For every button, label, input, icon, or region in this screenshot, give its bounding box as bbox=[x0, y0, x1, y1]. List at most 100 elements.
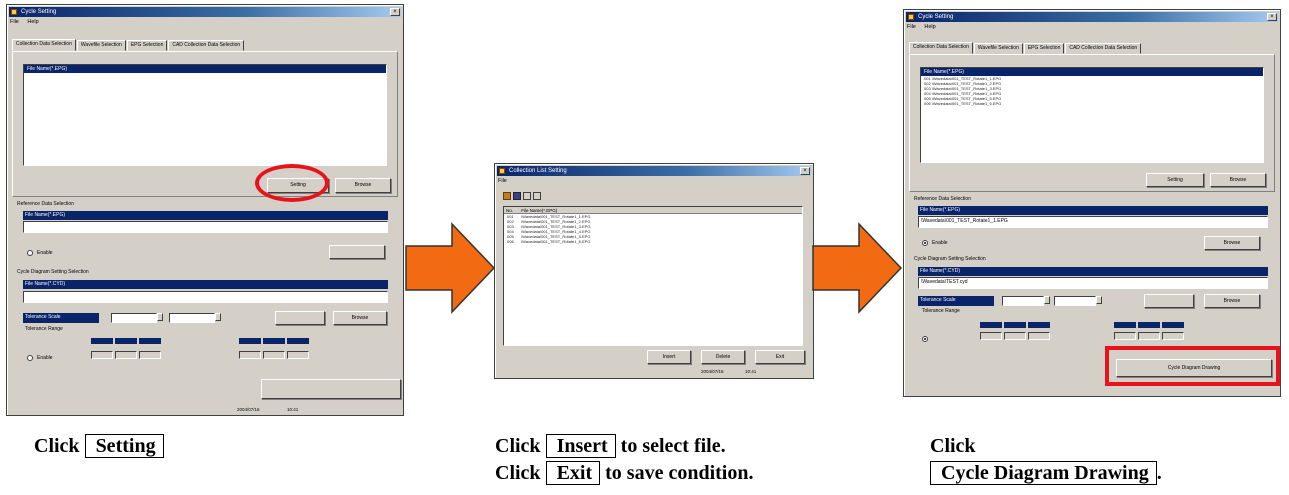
reference-field[interactable]: \Wavedata\001_TEST_Rotate1_1.EPG bbox=[918, 216, 1268, 228]
status-date: 2004/07/16 bbox=[701, 369, 724, 374]
range-header bbox=[239, 338, 261, 344]
menu-file[interactable]: File bbox=[907, 24, 916, 30]
title-bar[interactable]: Collection List Setting × bbox=[497, 166, 811, 176]
column-file: File Name(*.EPG) bbox=[521, 208, 558, 213]
range-input[interactable] bbox=[1114, 332, 1136, 340]
tab-cad-collection[interactable]: CAD Collection Data Selection bbox=[168, 40, 245, 51]
reference-header: File Name(*.EPG) bbox=[918, 206, 1268, 215]
cycle-field[interactable]: \Wavedata\TEST.cyd bbox=[918, 277, 1268, 289]
range-input[interactable] bbox=[91, 351, 113, 359]
caption-click: Click bbox=[495, 435, 541, 457]
enable-range-radio[interactable] bbox=[922, 336, 928, 342]
caption-exit-button: Exit bbox=[545, 461, 601, 485]
list-item[interactable]: 006 \Wavedata\001_TEST_Rotate1_6.EPG bbox=[921, 101, 1263, 106]
move-down-icon[interactable] bbox=[532, 192, 541, 200]
disabled-button[interactable] bbox=[275, 311, 325, 325]
enable-radio[interactable] bbox=[27, 250, 33, 256]
range-input[interactable] bbox=[1138, 332, 1160, 340]
browse-button[interactable]: Browse bbox=[1210, 173, 1266, 187]
enable-radio[interactable] bbox=[922, 240, 928, 246]
status-date: 2004/07/16 bbox=[237, 407, 260, 412]
unit-select[interactable] bbox=[169, 313, 215, 323]
range-input[interactable] bbox=[1004, 332, 1026, 340]
menu-file[interactable]: File bbox=[10, 19, 19, 25]
spin-button[interactable] bbox=[157, 313, 163, 321]
range-header bbox=[1028, 322, 1050, 328]
cycle-field[interactable] bbox=[23, 291, 388, 303]
close-button[interactable]: × bbox=[390, 8, 400, 16]
tab-strip: Collection Data Selection Wavefile Select… bbox=[909, 42, 1275, 54]
tolerance-scale-input[interactable] bbox=[111, 313, 157, 323]
title-bar[interactable]: Cycle Setting × bbox=[9, 7, 401, 17]
setting-button[interactable]: Setting bbox=[1146, 173, 1204, 187]
tab-wavefile[interactable]: Wavefile Selection bbox=[973, 43, 1023, 54]
arrow-right-icon bbox=[405, 222, 496, 314]
tab-epg[interactable]: EPG Selection bbox=[1023, 43, 1065, 54]
range-input[interactable] bbox=[287, 351, 309, 359]
window-title: Cycle Setting bbox=[21, 9, 57, 15]
menu-bar: File Help bbox=[10, 18, 46, 26]
drawing-highlight-rect bbox=[1105, 346, 1280, 386]
reference-label: Reference Data Selection bbox=[17, 201, 74, 207]
open-folder-icon[interactable] bbox=[503, 192, 511, 200]
collection-file-list[interactable]: File Name(*.EPG) bbox=[23, 64, 387, 166]
reference-field[interactable] bbox=[23, 221, 388, 233]
cycle-drawing-button-disabled[interactable] bbox=[261, 379, 401, 399]
move-up-icon[interactable] bbox=[522, 192, 531, 200]
range-input[interactable] bbox=[980, 332, 1002, 340]
caption-step2-line2: Click Exit to save condition. bbox=[495, 461, 753, 485]
tab-epg[interactable]: EPG Selection bbox=[126, 40, 168, 51]
table-row[interactable]: 006 \Wavedata\001_TEST_Rotate1_6.EPG bbox=[504, 239, 802, 244]
insert-button[interactable]: Insert bbox=[647, 350, 691, 364]
browse-cycle-button[interactable]: Browse bbox=[333, 311, 387, 325]
tolerance-scale-input[interactable] bbox=[1002, 296, 1044, 306]
menu-help[interactable]: Help bbox=[924, 24, 935, 30]
caption-step3-line2: Cycle Diagram Drawing. bbox=[930, 461, 1162, 485]
range-header bbox=[139, 338, 161, 344]
save-icon[interactable] bbox=[512, 192, 521, 200]
app-icon bbox=[11, 9, 17, 15]
spin-button[interactable] bbox=[215, 313, 221, 321]
range-input[interactable] bbox=[1162, 332, 1184, 340]
tolerance-range-label: Tolerance Range bbox=[922, 308, 960, 314]
disabled-button[interactable] bbox=[1144, 294, 1194, 308]
range-input[interactable] bbox=[139, 351, 161, 359]
caption-step1: Click Setting bbox=[34, 434, 164, 458]
range-input[interactable] bbox=[263, 351, 285, 359]
caption-insert-button: Insert bbox=[545, 434, 616, 458]
range-input[interactable] bbox=[115, 351, 137, 359]
browse-button[interactable]: Browse bbox=[335, 178, 391, 193]
window-title: Cycle Setting bbox=[918, 14, 954, 20]
reference-browse-button[interactable] bbox=[329, 245, 385, 259]
spin-button[interactable] bbox=[1096, 296, 1102, 304]
enable-label: Enable bbox=[37, 250, 53, 256]
title-bar[interactable]: Cycle Setting × bbox=[906, 12, 1278, 22]
menu-help[interactable]: Help bbox=[27, 19, 38, 25]
unit-select[interactable] bbox=[1054, 296, 1096, 306]
tab-collection-data[interactable]: Collection Data Selection bbox=[12, 39, 76, 51]
browse-cycle-button[interactable]: Browse bbox=[1204, 294, 1260, 308]
collection-file-list[interactable]: File Name(*.EPG) 001 \Wavedata\001_TEST_… bbox=[920, 67, 1264, 163]
cycle-setting-window-step1: Cycle Setting × File Help Collection Dat… bbox=[6, 4, 404, 416]
range-input[interactable] bbox=[239, 351, 261, 359]
tab-cad-collection[interactable]: CAD Collection Data Selection bbox=[1065, 43, 1142, 54]
caption-click: Click bbox=[495, 462, 541, 484]
spin-button[interactable] bbox=[1044, 296, 1050, 304]
collection-file-table[interactable]: No. File Name(*.EPG) 001 \Wavedata\001_TE… bbox=[503, 206, 803, 346]
close-button[interactable]: × bbox=[800, 167, 810, 175]
reference-browse-button[interactable]: Browse bbox=[1204, 236, 1260, 250]
delete-button[interactable]: Delete bbox=[701, 350, 745, 364]
range-input[interactable] bbox=[1028, 332, 1050, 340]
menu-file[interactable]: File bbox=[498, 178, 507, 184]
tab-collection-data[interactable]: Collection Data Selection bbox=[909, 42, 973, 54]
collection-panel: File Name(*.EPG) Setting Browse bbox=[12, 51, 398, 197]
cycle-header: File Name(*.CYD) bbox=[918, 267, 1268, 276]
cycle-label: Cycle Diagram Setting Selection bbox=[914, 256, 986, 262]
enable-range-radio[interactable] bbox=[27, 355, 33, 361]
exit-button[interactable]: Exit bbox=[755, 350, 805, 364]
collection-list-setting-window: Collection List Setting × File No. File … bbox=[494, 163, 814, 379]
tolerance-range-label: Tolerance Range bbox=[25, 326, 63, 332]
close-button[interactable]: × bbox=[1267, 13, 1277, 21]
tab-wavefile[interactable]: Wavefile Selection bbox=[76, 40, 126, 51]
range-header bbox=[1114, 322, 1136, 328]
